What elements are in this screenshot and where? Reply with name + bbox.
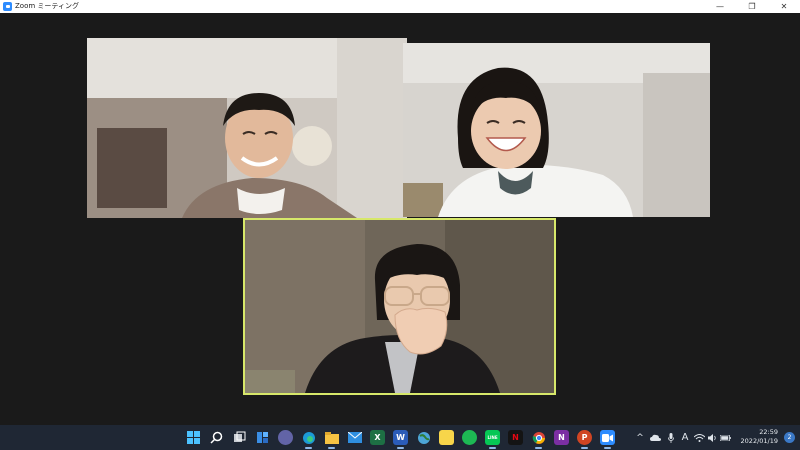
clock-date: 2022/01/19 xyxy=(740,437,778,445)
title-bar[interactable]: Zoom ミーティング — ❐ ✕ xyxy=(0,0,800,13)
system-tray: ^ A xyxy=(634,425,744,450)
task-view-icon[interactable] xyxy=(232,430,247,445)
microphone-icon[interactable] xyxy=(664,432,678,443)
chevron-up-icon[interactable]: ^ xyxy=(634,433,646,443)
zoom-app-icon xyxy=(3,2,12,11)
close-button[interactable]: ✕ xyxy=(768,0,800,13)
participant-video-tile-1[interactable] xyxy=(87,38,407,218)
onenote-glyph: N xyxy=(558,433,565,442)
powerpoint-icon[interactable]: P xyxy=(577,430,592,449)
powerpoint-glyph: P xyxy=(581,433,588,442)
zoom-icon[interactable] xyxy=(600,430,615,449)
line-glyph: LINE xyxy=(487,435,498,440)
speaker-icon[interactable] xyxy=(706,433,718,442)
chrome-icon[interactable] xyxy=(531,430,546,449)
netflix-icon[interactable]: N xyxy=(508,430,523,445)
cloud-icon[interactable] xyxy=(646,434,664,441)
maximize-button[interactable]: ❐ xyxy=(736,0,768,13)
onenote-icon[interactable]: N xyxy=(554,430,569,445)
participant-video-tile-2[interactable] xyxy=(403,43,710,217)
excel-icon[interactable]: X xyxy=(370,430,385,445)
edge-icon[interactable] xyxy=(301,430,316,449)
word-icon[interactable]: W xyxy=(393,430,408,449)
notification-center-badge[interactable]: 2 xyxy=(784,432,795,443)
globe-app-icon[interactable] xyxy=(416,430,431,445)
ime-indicator[interactable]: A xyxy=(678,432,692,443)
taskbar-clock[interactable]: 22:59 2022/01/19 xyxy=(741,428,778,446)
teams-chat-icon[interactable] xyxy=(278,430,293,445)
minimize-button[interactable]: — xyxy=(704,0,736,13)
mail-icon[interactable] xyxy=(347,430,362,445)
start-icon[interactable] xyxy=(186,430,201,445)
file-explorer-icon[interactable] xyxy=(324,430,339,449)
netflix-glyph: N xyxy=(512,433,519,442)
zoom-meeting-window: Zoom ミーティング — ❐ ✕ xyxy=(0,0,800,425)
widgets-icon[interactable] xyxy=(255,430,270,445)
battery-icon[interactable] xyxy=(718,434,732,441)
word-glyph: W xyxy=(396,433,405,442)
excel-glyph: X xyxy=(374,433,381,442)
sticky-notes-icon[interactable] xyxy=(439,430,454,445)
participant-video-2 xyxy=(403,43,710,217)
window-title: Zoom ミーティング xyxy=(15,2,79,10)
clock-time: 22:59 xyxy=(759,428,778,436)
window-controls: — ❐ ✕ xyxy=(704,0,800,13)
windows-taskbar: X W LINE N N P ^ A 22:59 2022/01/19 2 xyxy=(0,425,800,450)
participant-video-3 xyxy=(245,220,554,393)
spotify-icon[interactable] xyxy=(462,430,477,445)
participant-video-1 xyxy=(87,38,407,218)
search-icon[interactable] xyxy=(209,430,224,445)
wifi-icon[interactable] xyxy=(692,433,706,442)
participant-video-tile-3-active-speaker[interactable] xyxy=(243,218,556,395)
line-icon[interactable]: LINE xyxy=(485,430,500,449)
